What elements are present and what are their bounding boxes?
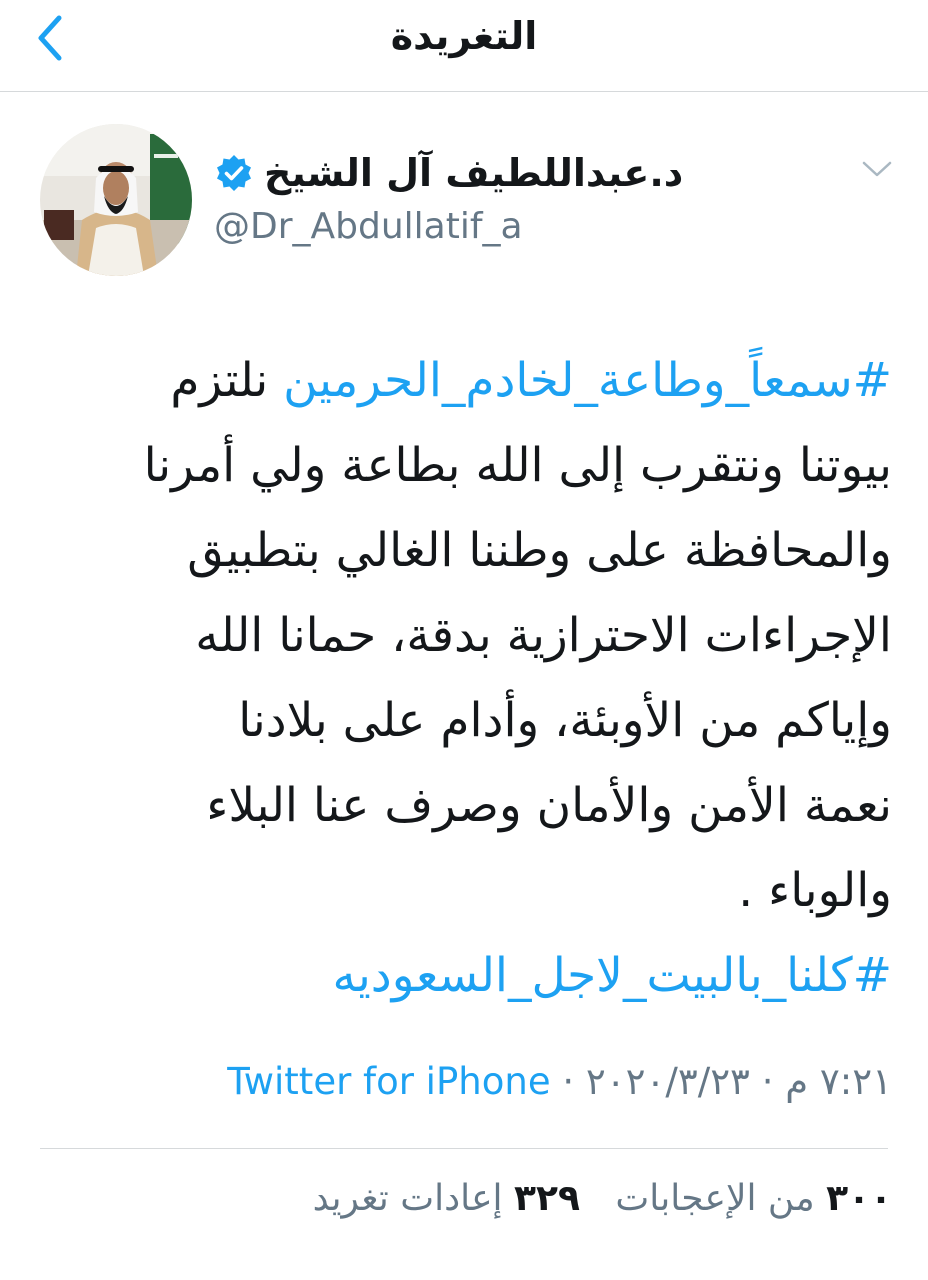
tweet-meta: ٧:٢١ م · ٢٠٢٠/٣/٢٣ · Twitter for iPhone xyxy=(40,1060,892,1114)
meta-separator: · xyxy=(550,1060,586,1103)
avatar[interactable] xyxy=(40,124,192,276)
likes-count: ٣٠٠ xyxy=(826,1178,892,1219)
likes-stat[interactable]: ٣٠٠ من الإعجابات xyxy=(615,1178,892,1219)
avatar-image xyxy=(40,124,192,276)
tweet-time: ٧:٢١ م xyxy=(785,1060,892,1103)
tweet-line: بيوتنا ونتقرب إلى الله بطاعة ولي أمرنا xyxy=(143,438,892,493)
tweet-line: #سمعاً_وطاعة_لخادم_الحرمين نلتزم xyxy=(170,353,892,408)
tweet-text: #سمعاً_وطاعة_لخادم_الحرمين نلتزم بيوتنا … xyxy=(40,338,892,1018)
divider xyxy=(40,1148,888,1149)
tweet-line: #كلنا_بالبيت_لاجل_السعوديه xyxy=(40,933,892,1018)
tweet-stats: ٣٠٠ من الإعجابات ٣٢٩ إعادات تغريد xyxy=(40,1178,892,1234)
page-title: التغريدة xyxy=(390,14,538,58)
top-bar: التغريدة xyxy=(0,0,928,92)
likes-label: من الإعجابات xyxy=(615,1178,815,1219)
chevron-down-icon xyxy=(862,161,892,177)
tweet-line: الإجراءات الاحترازية بدقة، حمانا الله xyxy=(195,608,892,663)
tweet-date: ٢٠٢٠/٣/٢٣ xyxy=(585,1060,750,1103)
more-options-button[interactable] xyxy=(860,152,894,186)
tweet-line: وإياكم من الأوبئة، وأدام على بلادنا xyxy=(238,693,892,748)
tweet-line: والمحافظة على وطننا الغالي بتطبيق xyxy=(187,523,892,578)
author-name-row[interactable]: د.عبداللطيف آل الشيخ xyxy=(214,148,683,198)
retweets-stat[interactable]: ٣٢٩ إعادات تغريد xyxy=(313,1178,580,1219)
tweet-line: والوباء . xyxy=(738,863,892,918)
author-handle[interactable]: @Dr_Abdullatif_a xyxy=(214,206,523,247)
hashtag-link[interactable]: #سمعاً_وطاعة_لخادم_الحرمين xyxy=(283,353,892,408)
retweets-count: ٣٢٩ xyxy=(514,1178,580,1219)
retweets-label: إعادات تغريد xyxy=(312,1178,503,1219)
verified-badge-icon xyxy=(214,153,254,193)
tweet-client-link[interactable]: Twitter for iPhone xyxy=(227,1060,550,1103)
author-display-name: د.عبداللطيف آل الشيخ xyxy=(264,151,684,195)
meta-separator: · xyxy=(749,1060,786,1103)
hashtag-link[interactable]: #كلنا_بالبيت_لاجل_السعوديه xyxy=(333,948,892,1003)
tweet-line: نعمة الأمن والأمان وصرف عنا البلاء xyxy=(206,778,892,833)
